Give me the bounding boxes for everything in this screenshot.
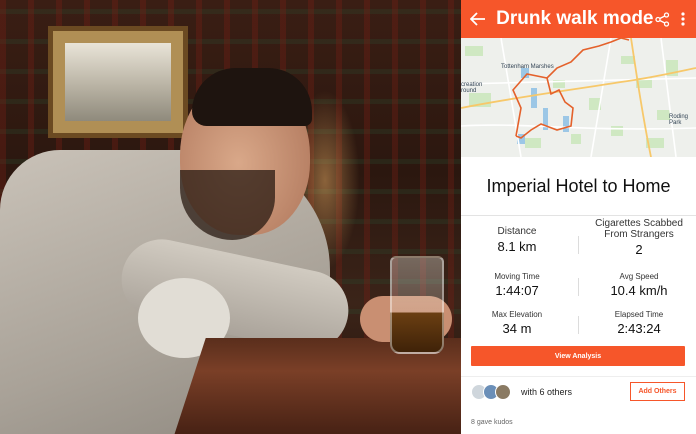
stat-label: Avg Speed bbox=[619, 272, 659, 281]
avatar-stack[interactable] bbox=[471, 384, 511, 400]
share-icon bbox=[654, 11, 669, 27]
route-title: Imperial Hotel to Home bbox=[461, 157, 696, 216]
kudos-count[interactable]: 8 gave kudos bbox=[471, 419, 513, 426]
stat-label: Moving Time bbox=[494, 272, 540, 281]
stat-divider bbox=[578, 316, 579, 334]
more-button[interactable] bbox=[675, 0, 692, 38]
stat-label: Elapsed Time bbox=[614, 310, 664, 319]
stat-divider bbox=[578, 278, 579, 296]
view-analysis-button[interactable]: View Analysis bbox=[471, 346, 685, 366]
more-vertical-icon bbox=[681, 12, 685, 26]
map-label-recreation: creation round bbox=[461, 82, 483, 94]
stat-cigarettes: Cigarettes Scabbed From Strangers 2 bbox=[587, 218, 691, 257]
app-header: Drunk walk mode bbox=[461, 0, 696, 38]
stat-value: 8.1 km bbox=[497, 239, 537, 254]
stat-divider bbox=[578, 236, 579, 254]
share-button[interactable] bbox=[654, 0, 671, 38]
stat-label: Distance bbox=[497, 226, 537, 237]
add-others-button[interactable]: Add Others bbox=[630, 382, 685, 401]
page-title: Drunk walk mode bbox=[496, 8, 654, 29]
stat-label: Max Elevation bbox=[491, 310, 543, 319]
stat-label: Cigarettes Scabbed From Strangers bbox=[595, 218, 683, 240]
with-others-text[interactable]: with 6 others bbox=[521, 387, 572, 397]
hero-photo bbox=[0, 0, 461, 434]
athletes-row: with 6 others Add Others bbox=[461, 376, 696, 407]
stat-elapsed-time: Elapsed Time 2:43:24 bbox=[587, 310, 691, 336]
back-button[interactable] bbox=[470, 0, 489, 38]
framed-picture bbox=[65, 43, 171, 121]
stats-grid: Distance 8.1 km Cigarettes Scabbed From … bbox=[461, 216, 696, 351]
beer-glass bbox=[390, 256, 444, 354]
man-hair bbox=[192, 68, 312, 126]
wall-picture-frame bbox=[48, 26, 188, 138]
stat-distance: Distance 8.1 km bbox=[465, 226, 569, 254]
stat-value: 2 bbox=[635, 242, 643, 257]
stat-value: 34 m bbox=[502, 321, 532, 336]
stat-value: 2:43:24 bbox=[617, 321, 661, 336]
stat-avg-speed: Avg Speed 10.4 km/h bbox=[587, 272, 691, 298]
stat-moving-time: Moving Time 1:44:07 bbox=[465, 272, 569, 298]
map-svg bbox=[461, 38, 696, 157]
map-label-roding: Roding Park bbox=[669, 114, 689, 126]
stat-value: 10.4 km/h bbox=[610, 283, 668, 298]
route-map[interactable]: Tottenham Marshes creation round Roding … bbox=[461, 38, 696, 157]
arrow-left-icon bbox=[470, 12, 485, 26]
map-label-tottenham: Tottenham Marshes bbox=[501, 64, 554, 70]
avatar bbox=[495, 384, 511, 400]
activity-panel: Drunk walk mode Tottenham Marshes creati… bbox=[461, 0, 696, 434]
stat-max-elevation: Max Elevation 34 m bbox=[465, 310, 569, 336]
stat-value: 1:44:07 bbox=[495, 283, 539, 298]
